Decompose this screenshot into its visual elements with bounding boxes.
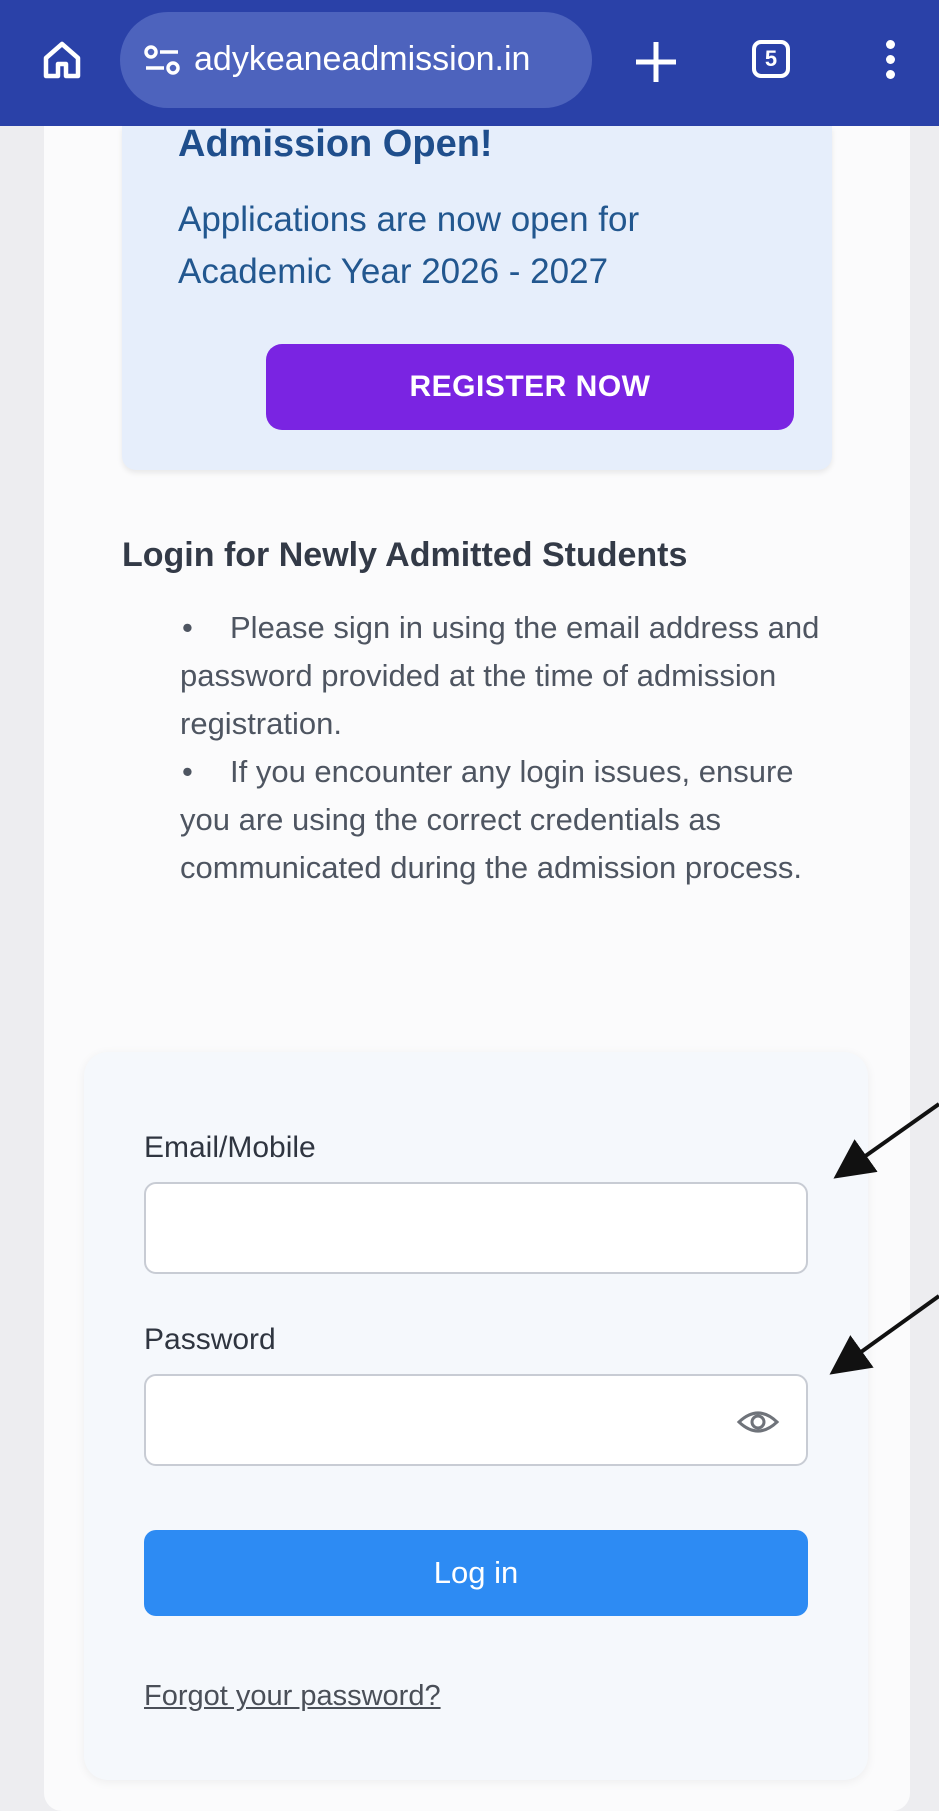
arrow-icon (829, 1102, 939, 1375)
address-bar[interactable]: adykeaneadmission.in (120, 12, 592, 108)
banner-title: Admission Open! (178, 123, 493, 165)
email-label: Email/Mobile (144, 1131, 316, 1164)
register-now-button[interactable]: REGISTER NOW (266, 344, 794, 430)
login-heading: Login for Newly Admitted Students (122, 536, 688, 574)
password-label: Password (144, 1323, 276, 1356)
url-text[interactable]: adykeaneadmission.in (194, 34, 530, 84)
home-icon[interactable] (38, 36, 86, 84)
site-settings-icon[interactable] (142, 42, 182, 78)
login-instructions: • Please sign in using the email address … (180, 604, 820, 892)
more-vert-icon[interactable] (870, 36, 910, 92)
plus-icon[interactable] (628, 34, 684, 90)
banner-text: Applications are now open for Academic Y… (178, 200, 640, 291)
browser-toolbar: adykeaneadmission.in 5 (0, 0, 939, 126)
email-mobile-input[interactable] (144, 1182, 808, 1274)
instruction-item: • If you encounter any login issues, ensu… (180, 754, 803, 885)
login-button[interactable]: Log in (144, 1530, 808, 1616)
instruction-item: • Please sign in using the email address … (180, 610, 820, 741)
tab-switcher-icon[interactable]: 5 (752, 40, 790, 78)
password-input[interactable] (144, 1374, 808, 1466)
forgot-password-link[interactable]: Forgot your password? (144, 1676, 441, 1716)
eye-icon[interactable] (736, 1406, 780, 1438)
